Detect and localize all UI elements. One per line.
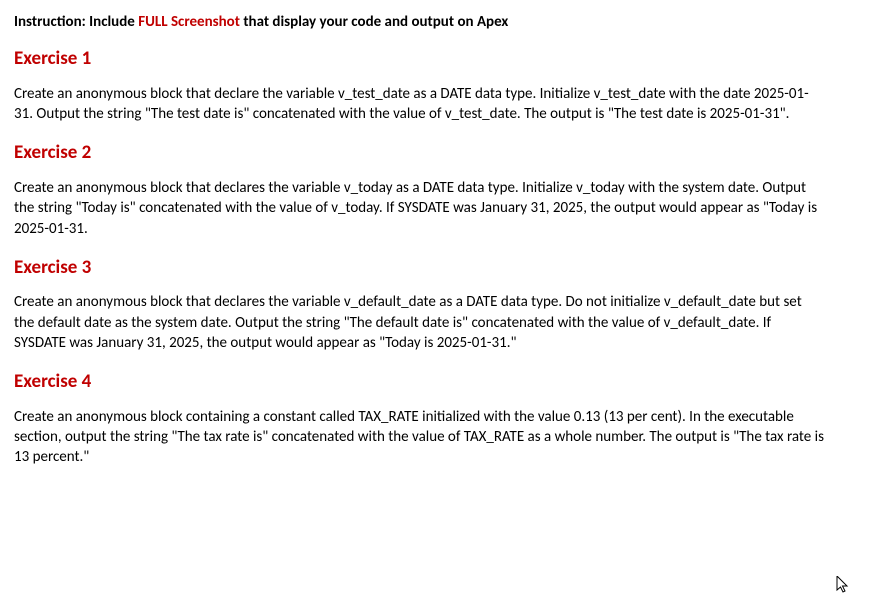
exercise-2-heading: Exercise 2 (14, 140, 868, 166)
exercise-2-body: Create an anonymous block that declares … (14, 178, 824, 239)
exercise-1-body: Create an anonymous block that declare t… (14, 84, 824, 125)
instruction-prefix: Instruction: Include (14, 13, 138, 31)
instruction-line: Instruction: Include FULL Screenshot tha… (14, 12, 868, 32)
exercise-3-heading: Exercise 3 (14, 255, 868, 281)
exercise-4-heading: Exercise 4 (14, 369, 868, 395)
exercise-4-body: Create an anonymous block containing a c… (14, 407, 824, 468)
instruction-suffix: that display your code and output on Ape… (240, 13, 508, 31)
cursor-icon (836, 576, 850, 594)
exercise-3-body: Create an anonymous block that declares … (14, 292, 824, 353)
exercise-1-heading: Exercise 1 (14, 46, 868, 72)
instruction-highlight: FULL Screenshot (138, 13, 240, 31)
